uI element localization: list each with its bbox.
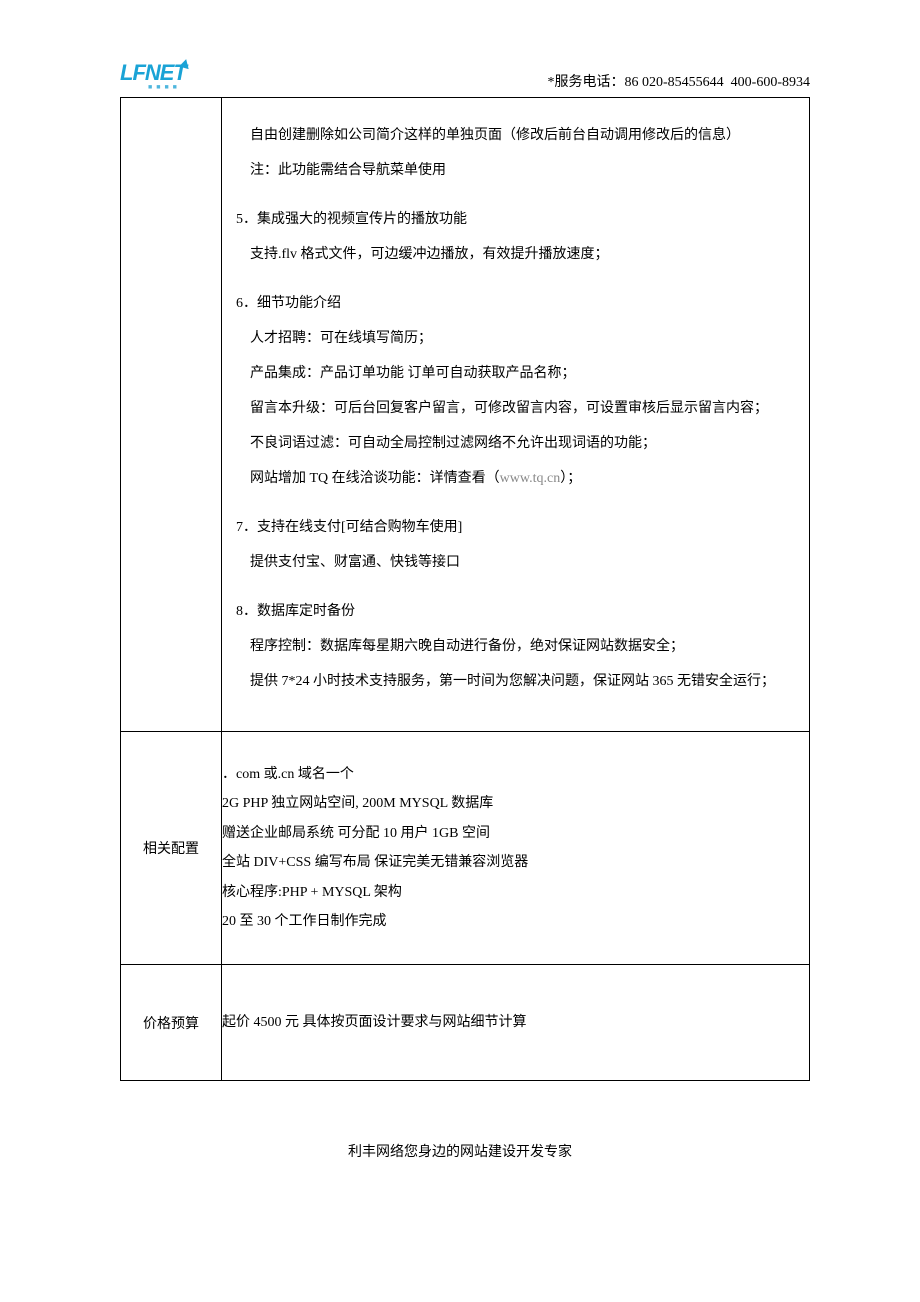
feature-text: 自由创建删除如公司简介这样的单独页面（修改后前台自动调用修改后的信息） <box>222 118 809 153</box>
logo: LFNET ■■■■ <box>120 60 190 91</box>
section-5-line: 支持.flv 格式文件，可边缓冲边播放，有效提升播放速度； <box>222 237 809 272</box>
table-row: 自由创建删除如公司简介这样的单独页面（修改后前台自动调用修改后的信息） 注：此功… <box>121 98 810 732</box>
tel-2: 400-600-8934 <box>731 75 810 90</box>
config-line: ．com 或.cn 域名一个 <box>222 760 809 789</box>
feature-note: 注：此功能需结合导航菜单使用 <box>222 153 809 188</box>
document-page: LFNET ■■■■ *服务电话：86 020-85455644 400-600… <box>0 0 920 1302</box>
section-6-line: 产品集成：产品订单功能 订单可自动获取产品名称； <box>222 356 809 391</box>
config-line: 20 至 30 个工作日制作完成 <box>222 907 809 936</box>
table-row: 价格预算 起价 4500 元 具体按页面设计要求与网站细节计算 <box>121 965 810 1081</box>
main-table: 自由创建删除如公司简介这样的单独页面（修改后前台自动调用修改后的信息） 注：此功… <box>120 97 810 1081</box>
config-line: 赠送企业邮局系统 可分配 10 用户 1GB 空间 <box>222 819 809 848</box>
config-line: 全站 DIV+CSS 编写布局 保证完美无错兼容浏览器 <box>222 848 809 877</box>
section-8-line: 程序控制：数据库每星期六晚自动进行备份，绝对保证网站数据安全； <box>222 629 809 664</box>
service-phone: *服务电话：86 020-85455644 400-600-8934 <box>548 71 811 91</box>
section-8-line: 提供 7*24 小时技术支持服务，第一时间为您解决问题，保证网站 365 无错安… <box>222 664 809 699</box>
logo-text: LFNET <box>120 60 186 85</box>
section-7-line: 提供支付宝、财富通、快钱等接口 <box>222 545 809 580</box>
page-header: LFNET ■■■■ *服务电话：86 020-85455644 400-600… <box>0 60 920 97</box>
section-6-line: 留言本升级：可后台回复客户留言，可修改留言内容，可设置审核后显示留言内容； <box>222 391 809 426</box>
section-6-line-part-a: 网站增加 TQ 在线洽谈功能：详情查看（ <box>250 471 500 486</box>
tel-1: 86 020-85455644 <box>625 75 724 90</box>
features-cell: 自由创建删除如公司简介这样的单独页面（修改后前台自动调用修改后的信息） 注：此功… <box>222 98 810 732</box>
config-label: 相关配置 <box>121 732 222 965</box>
tq-link: www.tq.cn <box>500 471 561 486</box>
logo-subtext: ■■■■ <box>120 84 190 91</box>
section-6-line: 不良词语过滤：可自动全局控制过滤网络不允许出现词语的功能； <box>222 426 809 461</box>
table-row: 相关配置 ．com 或.cn 域名一个 2G PHP 独立网站空间, 200M … <box>121 732 810 965</box>
config-cell: ．com 或.cn 域名一个 2G PHP 独立网站空间, 200M MYSQL… <box>222 732 810 965</box>
price-label: 价格预算 <box>121 965 222 1081</box>
page-footer: 利丰网络您身边的网站建设开发专家 <box>0 1141 920 1161</box>
service-prefix: *服务电话： <box>548 75 625 90</box>
config-line: 核心程序:PHP + MYSQL 架构 <box>222 878 809 907</box>
section-6-line: 人才招聘：可在线填写简历； <box>222 321 809 356</box>
section-8-title: 8．数据库定时备份 <box>222 594 809 629</box>
price-cell: 起价 4500 元 具体按页面设计要求与网站细节计算 <box>222 965 810 1081</box>
row-label-empty <box>121 98 222 732</box>
section-6-title: 6．细节功能介绍 <box>222 286 809 321</box>
price-text: 起价 4500 元 具体按页面设计要求与网站细节计算 <box>222 1005 809 1040</box>
section-6-line: 网站增加 TQ 在线洽谈功能：详情查看（www.tq.cn）； <box>222 461 809 496</box>
section-5-title: 5．集成强大的视频宣传片的播放功能 <box>222 202 809 237</box>
config-line: 2G PHP 独立网站空间, 200M MYSQL 数据库 <box>222 789 809 818</box>
section-6-line-part-b: ）； <box>560 471 581 486</box>
section-7-title: 7．支持在线支付[可结合购物车使用] <box>222 510 809 545</box>
